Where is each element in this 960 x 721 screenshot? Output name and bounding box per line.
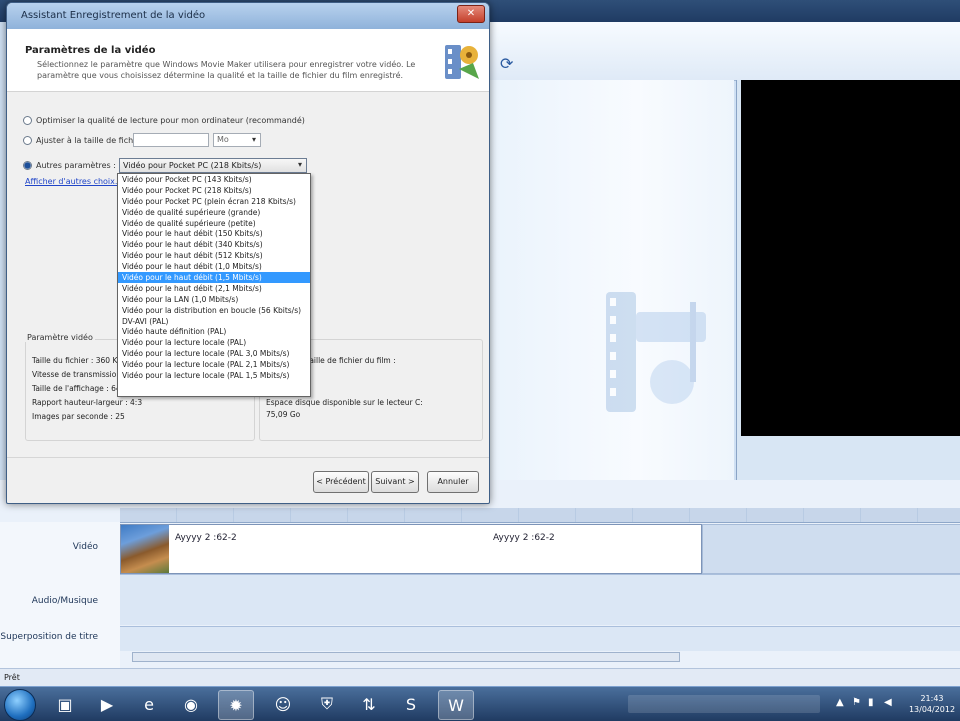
settings-select-value: Vidéo pour Pocket PC (218 Kbits/s) bbox=[123, 161, 262, 170]
footer-divider bbox=[7, 457, 489, 458]
disk-space-value: 75,09 Go bbox=[266, 410, 301, 419]
settings-group-label: Paramètre vidéo bbox=[25, 333, 95, 342]
track-label-video: Vidéo bbox=[72, 542, 98, 552]
show-hidden-icons-icon[interactable]: ▲ bbox=[836, 697, 844, 708]
settings-option[interactable]: Vidéo pour le haut débit (1,5 Mbits/s) bbox=[118, 272, 310, 283]
option-other-settings[interactable]: Autres paramètres : bbox=[23, 158, 116, 172]
language-bar[interactable] bbox=[628, 695, 820, 713]
status-text: Prêt bbox=[4, 673, 20, 682]
file-size-unit-select[interactable]: Mo ▾ bbox=[213, 133, 261, 147]
settings-select[interactable]: Vidéo pour Pocket PC (218 Kbits/s) ▾ bbox=[119, 158, 307, 173]
settings-option[interactable]: Vidéo pour la LAN (1,0 Mbits/s) bbox=[118, 294, 310, 305]
next-button[interactable]: Suivant > bbox=[371, 471, 419, 493]
settings-option[interactable]: Vidéo pour Pocket PC (plein écran 218 Kb… bbox=[118, 196, 310, 207]
settings-option[interactable]: Vidéo pour la lecture locale (PAL) bbox=[118, 337, 310, 348]
radio-best-quality[interactable] bbox=[23, 115, 32, 125]
wizard-step-title: Paramètres de la vidéo bbox=[25, 45, 156, 56]
chevron-down-icon: ▾ bbox=[251, 135, 256, 144]
clip-name: Ayyyy 2 :62-2 bbox=[175, 533, 237, 543]
settings-option[interactable]: Vidéo haute définition (PAL) bbox=[118, 326, 310, 337]
clock-time: 21:43 bbox=[920, 694, 944, 703]
media-player-icon[interactable]: ▶ bbox=[90, 690, 124, 718]
movie-file-size-label: Taille de fichier du film : bbox=[306, 356, 396, 365]
prop-aspect-ratio: Rapport hauteur-largeur : 4:3 bbox=[32, 398, 143, 407]
flag-icon[interactable]: ⚑ bbox=[852, 697, 861, 708]
settings-option[interactable]: Vidéo de qualité supérieure (petite) bbox=[118, 218, 310, 229]
film-music-icon bbox=[606, 292, 706, 412]
track-labels: Vidéo Audio/Musique Superposition de tit… bbox=[0, 522, 120, 668]
wizard-header: Paramètres de la vidéo Sélectionnez le p… bbox=[7, 29, 489, 92]
taskbar: ▣ ▶ e ◉ ✹ ☺ ⛨ ⇅ S W ▲ ⚑ ▮ ◀ 21:43 13/04/… bbox=[0, 686, 960, 721]
settings-option[interactable]: Vidéo pour le haut débit (512 Kbits/s) bbox=[118, 250, 310, 261]
option-fit-size[interactable]: Ajuster à la taille de fichier : bbox=[23, 133, 149, 147]
settings-option[interactable]: Vidéo pour le haut débit (150 Kbits/s) bbox=[118, 228, 310, 239]
option-fit-size-label: Ajuster à la taille de fichier : bbox=[36, 135, 149, 145]
dialog-title: Assistant Enregistrement de la vidéo bbox=[21, 10, 206, 21]
radio-fit-size[interactable] bbox=[23, 135, 32, 145]
settings-option[interactable]: Vidéo pour la distribution en boucle (56… bbox=[118, 305, 310, 316]
shield-icon[interactable]: ⛨ bbox=[310, 690, 344, 718]
video-clip[interactable]: Ayyyy 2 :62-2 Ayyyy 2 :62-2 bbox=[120, 524, 702, 574]
empty-track-area[interactable] bbox=[702, 524, 960, 574]
settings-option[interactable]: Vidéo pour la lecture locale (PAL 3,0 Mb… bbox=[118, 348, 310, 359]
radio-other-settings[interactable] bbox=[23, 160, 32, 170]
status-bar: Prêt bbox=[0, 668, 960, 687]
settings-dropdown-list[interactable]: Vidéo pour Pocket PC (143 Kbits/s) Vidéo … bbox=[117, 173, 311, 397]
volume-tray-icon[interactable]: ◀ bbox=[884, 697, 892, 708]
back-button[interactable]: < Précédent bbox=[313, 471, 369, 493]
dialog-titlebar[interactable]: Assistant Enregistrement de la vidéo ✕ bbox=[7, 3, 489, 30]
skype-icon[interactable]: S bbox=[394, 690, 428, 718]
settings-option[interactable]: Vidéo de qualité supérieure (grande) bbox=[118, 207, 310, 218]
settings-option[interactable]: Vidéo pour Pocket PC (218 Kbits/s) bbox=[118, 185, 310, 196]
start-button[interactable] bbox=[4, 689, 36, 721]
preview-screen bbox=[741, 80, 960, 436]
file-size-input[interactable] bbox=[133, 133, 209, 147]
explorer-icon[interactable]: ▣ bbox=[48, 690, 82, 718]
preview-monitor bbox=[736, 80, 960, 557]
toolbar-task-icon[interactable]: ⟳ bbox=[500, 54, 522, 73]
cancel-button[interactable]: Annuler bbox=[427, 471, 479, 493]
settings-option[interactable]: DV-AVI (PAL) bbox=[118, 316, 310, 327]
save-movie-wizard: Assistant Enregistrement de la vidéo ✕ P… bbox=[6, 2, 490, 504]
power-icon[interactable]: ▮ bbox=[868, 697, 874, 708]
track-label-audio: Audio/Musique bbox=[31, 596, 98, 606]
close-icon[interactable]: ✕ bbox=[457, 5, 485, 23]
settings-option[interactable]: Vidéo pour la lecture locale (PAL 2,1 Mb… bbox=[118, 359, 310, 370]
clock-date: 13/04/2012 bbox=[908, 705, 956, 714]
settings-option[interactable]: Vidéo pour la lecture locale (PAL 1,5 Mb… bbox=[118, 370, 310, 381]
track-label-title: Superposition de titre bbox=[0, 632, 98, 642]
settings-option[interactable]: Vidéo pour le haut débit (1,0 Mbits/s) bbox=[118, 261, 310, 272]
prop-fps: Images par seconde : 25 bbox=[32, 412, 125, 421]
clip-thumbnail bbox=[121, 525, 169, 573]
option-best-quality[interactable]: Optimiser la qualité de lecture pour mon… bbox=[23, 113, 305, 127]
option-best-quality-label: Optimiser la qualité de lecture pour mon… bbox=[36, 115, 305, 125]
messenger-icon[interactable]: ☺ bbox=[266, 690, 300, 718]
settings-option[interactable]: Vidéo pour le haut débit (340 Kbits/s) bbox=[118, 239, 310, 250]
clock[interactable]: 21:43 13/04/2012 bbox=[908, 693, 956, 715]
prop-file-size: Taille du fichier : 360 Ko bbox=[32, 356, 122, 365]
network-icon[interactable]: ⇅ bbox=[352, 690, 386, 718]
file-size-unit: Mo bbox=[217, 135, 229, 144]
title-track[interactable] bbox=[120, 626, 960, 651]
timeline-ruler[interactable] bbox=[120, 508, 960, 523]
more-choices-link[interactable]: Afficher d'autres choix... bbox=[25, 177, 123, 186]
internet-explorer-icon[interactable]: e bbox=[132, 690, 166, 718]
word-icon[interactable]: W bbox=[438, 690, 474, 720]
timeline-scrollbar[interactable] bbox=[132, 652, 680, 662]
chrome-icon[interactable]: ◉ bbox=[174, 690, 208, 718]
movie-maker-icon[interactable]: ✹ bbox=[218, 690, 254, 720]
disk-space-label: Espace disque disponible sur le lecteur … bbox=[266, 398, 423, 407]
clip-name: Ayyyy 2 :62-2 bbox=[493, 533, 555, 543]
audio-track[interactable] bbox=[120, 574, 960, 625]
app-toolbar bbox=[488, 22, 960, 81]
wizard-step-description: Sélectionnez le paramètre que Windows Mo… bbox=[37, 60, 416, 80]
settings-option[interactable]: Vidéo pour le haut débit (2,1 Mbits/s) bbox=[118, 283, 310, 294]
settings-option[interactable]: Vidéo pour Pocket PC (143 Kbits/s) bbox=[118, 174, 310, 185]
chevron-down-icon: ▾ bbox=[297, 160, 302, 169]
movie-reel-icon bbox=[445, 45, 479, 79]
option-other-settings-label: Autres paramètres : bbox=[36, 160, 116, 170]
